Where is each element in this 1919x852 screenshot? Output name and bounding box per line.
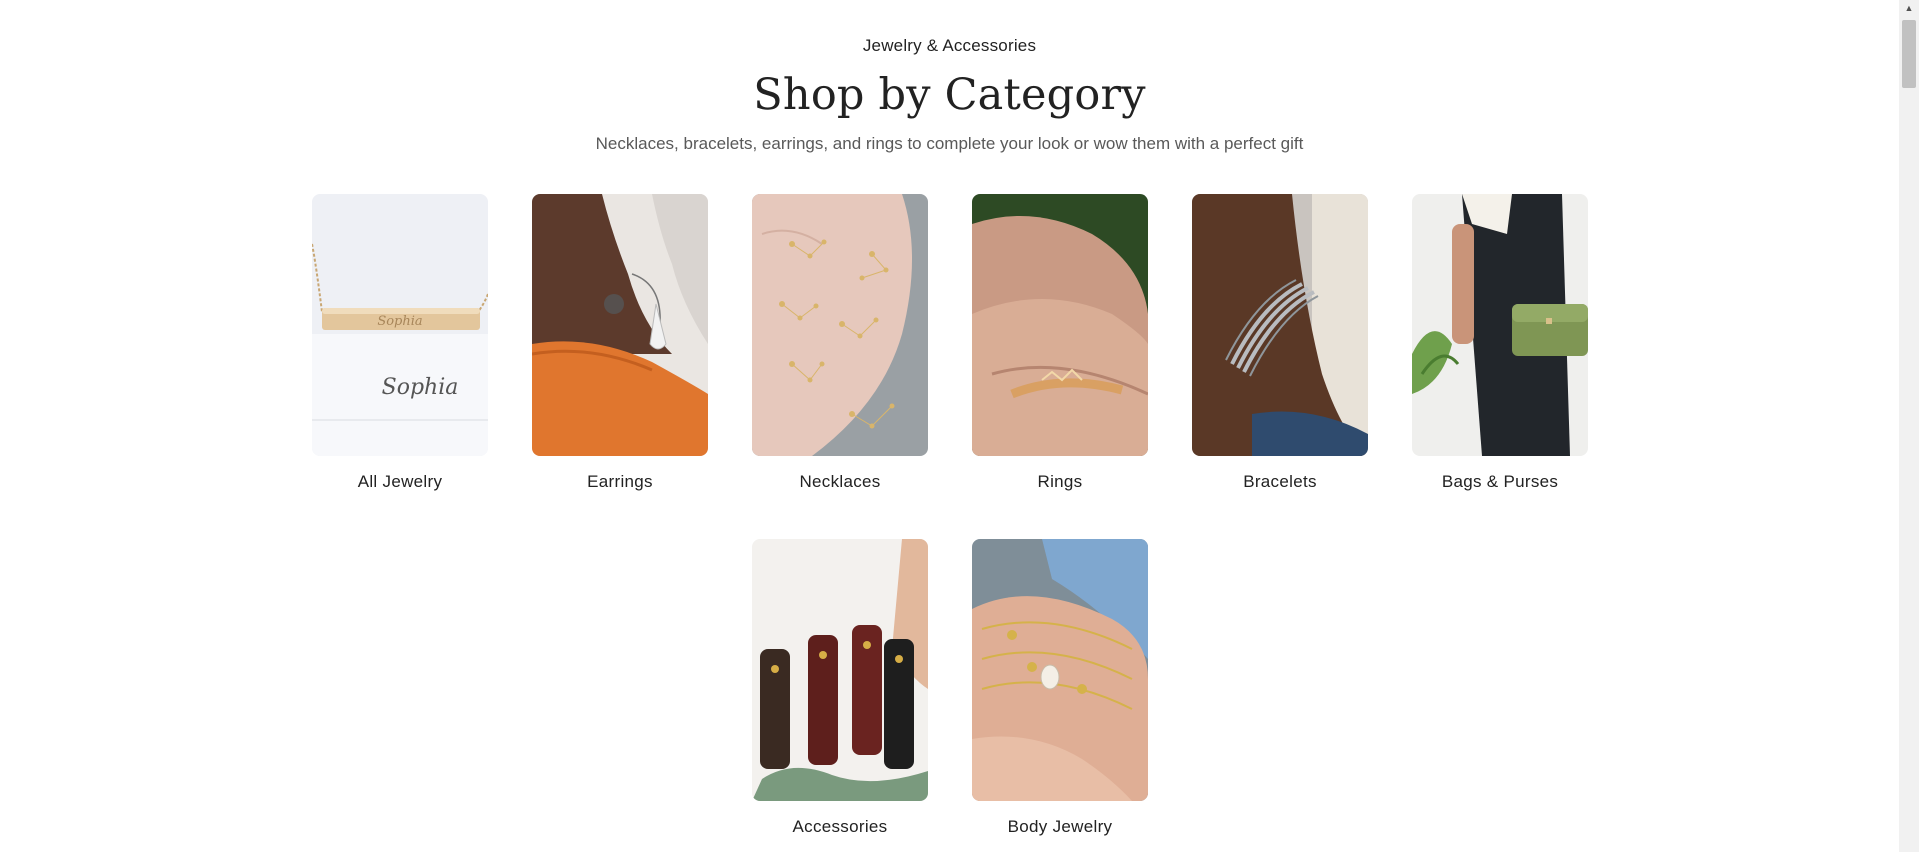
category-image-rings xyxy=(972,194,1148,456)
category-image-all-jewelry: Sophia Sophia xyxy=(312,194,488,456)
category-label: Bags & Purses xyxy=(1441,472,1559,491)
section-subtitle: Necklaces, bracelets, earrings, and ring… xyxy=(595,134,1304,153)
svg-text:Sophia: Sophia xyxy=(382,375,459,400)
category-label: Accessories xyxy=(792,817,888,836)
category-tile-accessories[interactable]: Accessories xyxy=(752,539,928,837)
vertical-scrollbar[interactable]: ▲ xyxy=(1899,0,1919,852)
category-label: All Jewelry xyxy=(357,472,443,491)
category-label: Necklaces xyxy=(799,472,881,491)
category-tile-all-jewelry[interactable]: Sophia Sophia All Jewelry xyxy=(312,194,488,492)
category-tile-rings[interactable]: Rings xyxy=(972,194,1148,492)
category-tile-bracelets[interactable]: Bracelets xyxy=(1192,194,1368,492)
svg-text:Sophia: Sophia xyxy=(377,314,422,329)
section-eyebrow: Jewelry & Accessories xyxy=(862,36,1037,55)
category-section: Jewelry & Accessories Shop by Category N… xyxy=(0,0,1899,852)
category-tile-necklaces[interactable]: Necklaces xyxy=(752,194,928,492)
category-image-necklaces xyxy=(752,194,928,456)
category-tile-earrings[interactable]: Earrings xyxy=(532,194,708,492)
page-title: Shop by Category xyxy=(753,70,1146,120)
category-tile-bags-purses[interactable]: Bags & Purses xyxy=(1412,194,1588,492)
category-image-body-jewelry xyxy=(972,539,1148,801)
category-label: Bracelets xyxy=(1243,472,1317,491)
scrollbar-thumb[interactable] xyxy=(1902,20,1916,88)
category-label: Rings xyxy=(1037,472,1083,491)
category-image-bracelets xyxy=(1192,194,1368,456)
category-tile-body-jewelry[interactable]: Body Jewelry xyxy=(972,539,1148,837)
category-image-accessories xyxy=(752,539,928,801)
category-label: Earrings xyxy=(587,472,653,491)
scroll-up-arrow-icon[interactable]: ▲ xyxy=(1899,0,1919,16)
category-image-earrings xyxy=(532,194,708,456)
category-image-bags-purses xyxy=(1412,194,1588,456)
page: Jewelry & Accessories Shop by Category N… xyxy=(0,0,1919,852)
category-label: Body Jewelry xyxy=(1007,817,1113,836)
